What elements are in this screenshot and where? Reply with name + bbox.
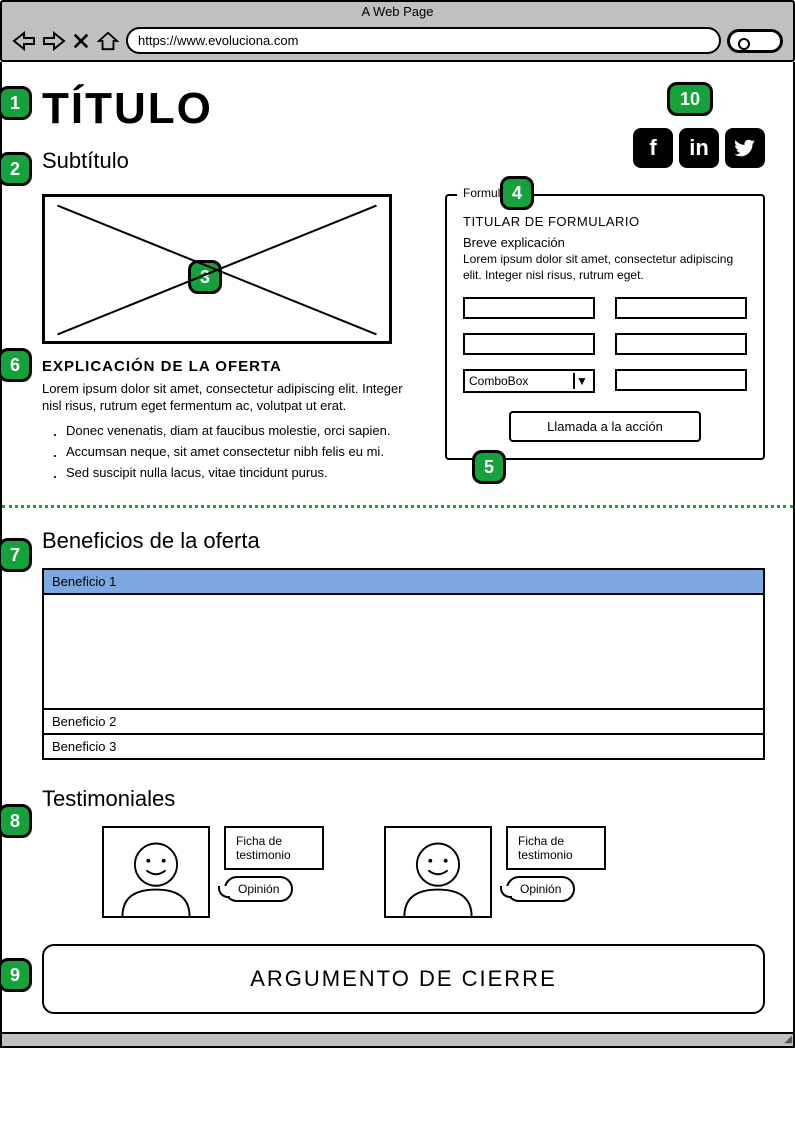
benefit-body-1 bbox=[43, 594, 764, 709]
annotation-badge-2: 2 bbox=[0, 152, 32, 186]
testimonial-opinion: Opinión bbox=[506, 876, 575, 902]
annotation-badge-8: 8 bbox=[0, 804, 32, 838]
form-text: Lorem ipsum dolor sit amet, consectetur … bbox=[463, 252, 747, 283]
nav-back-icon[interactable] bbox=[12, 31, 36, 51]
testimonial-card: Ficha de testimonio Opinión bbox=[102, 826, 324, 918]
twitter-icon[interactable] bbox=[725, 128, 765, 168]
testimonials-heading: Testimoniales bbox=[42, 786, 765, 812]
search-pill[interactable] bbox=[727, 29, 783, 53]
offer-text: Lorem ipsum dolor sit amet, consectetur … bbox=[42, 381, 421, 415]
benefit-item-3[interactable]: Beneficio 3 bbox=[43, 734, 764, 759]
offer-bullets: Donec venenatis, diam at faucibus molest… bbox=[66, 423, 421, 482]
form-input-2[interactable] bbox=[615, 297, 747, 319]
form-input-3[interactable] bbox=[463, 333, 595, 355]
nav-home-icon[interactable] bbox=[96, 31, 120, 51]
annotation-badge-9: 9 bbox=[0, 958, 32, 992]
form-subtitle: Breve explicación bbox=[463, 235, 747, 250]
annotation-badge-10: 10 bbox=[667, 82, 713, 116]
testimonial-ficha: Ficha de testimonio bbox=[224, 826, 324, 870]
form-input-1[interactable] bbox=[463, 297, 595, 319]
section-divider bbox=[2, 505, 793, 508]
avatar-icon bbox=[384, 826, 492, 918]
combobox-label: ComboBox bbox=[469, 374, 528, 388]
resize-handle-icon[interactable]: ◢ bbox=[784, 1034, 792, 1045]
page-title: TÍTULO bbox=[42, 84, 765, 134]
form-input-4[interactable] bbox=[615, 333, 747, 355]
browser-window: A Web Page https://www.evoluciona.com bbox=[0, 0, 795, 62]
benefit-item-2[interactable]: Beneficio 2 bbox=[43, 709, 764, 734]
annotation-badge-6: 6 bbox=[0, 348, 32, 382]
form-title: TITULAR DE FORMULARIO bbox=[463, 214, 747, 229]
benefits-accordion: Beneficio 1 Beneficio 2 Beneficio 3 bbox=[42, 568, 765, 760]
linkedin-icon[interactable]: in bbox=[679, 128, 719, 168]
form-input-5[interactable] bbox=[615, 369, 747, 391]
nav-forward-icon[interactable] bbox=[42, 31, 66, 51]
annotation-badge-1: 1 bbox=[0, 86, 32, 120]
address-bar[interactable]: https://www.evoluciona.com bbox=[126, 27, 721, 54]
offer-bullet: Sed suscipit nulla lacus, vitae tincidun… bbox=[66, 465, 421, 482]
benefit-item-1[interactable]: Beneficio 1 bbox=[43, 569, 764, 594]
offer-bullet: Donec venenatis, diam at faucibus molest… bbox=[66, 423, 421, 440]
offer-bullet: Accumsan neque, sit amet consectetur nib… bbox=[66, 444, 421, 461]
window-footer: ◢ bbox=[0, 1034, 795, 1048]
annotation-badge-5: 5 bbox=[472, 450, 506, 484]
offer-heading: EXPLICACIÓN DE LA OFERTA bbox=[42, 358, 421, 375]
avatar-icon bbox=[102, 826, 210, 918]
image-placeholder bbox=[42, 194, 392, 344]
page-content: 1 2 3 4 5 6 7 8 9 10 TÍTULO f in Subtítu… bbox=[0, 62, 795, 1034]
form-combobox[interactable]: ComboBox ▼ bbox=[463, 369, 595, 393]
annotation-badge-7: 7 bbox=[0, 538, 32, 572]
nav-stop-icon[interactable] bbox=[72, 31, 90, 51]
browser-tab-title: A Web Page bbox=[2, 2, 793, 21]
social-bar: f in bbox=[633, 128, 765, 168]
testimonials-row: Ficha de testimonio Opinión Ficha de tes… bbox=[102, 826, 765, 918]
testimonial-opinion: Opinión bbox=[224, 876, 293, 902]
chevron-down-icon: ▼ bbox=[573, 373, 589, 389]
cta-button[interactable]: Llamada a la acción bbox=[509, 411, 701, 442]
browser-toolbar: https://www.evoluciona.com bbox=[2, 21, 793, 60]
facebook-icon[interactable]: f bbox=[633, 128, 673, 168]
benefits-heading: Beneficios de la oferta bbox=[42, 528, 765, 554]
form-panel: Formulario TITULAR DE FORMULARIO Breve e… bbox=[445, 194, 765, 460]
testimonial-card: Ficha de testimonio Opinión bbox=[384, 826, 606, 918]
testimonial-ficha: Ficha de testimonio bbox=[506, 826, 606, 870]
closing-argument: ARGUMENTO DE CIERRE bbox=[42, 944, 765, 1014]
annotation-badge-4: 4 bbox=[500, 176, 534, 210]
